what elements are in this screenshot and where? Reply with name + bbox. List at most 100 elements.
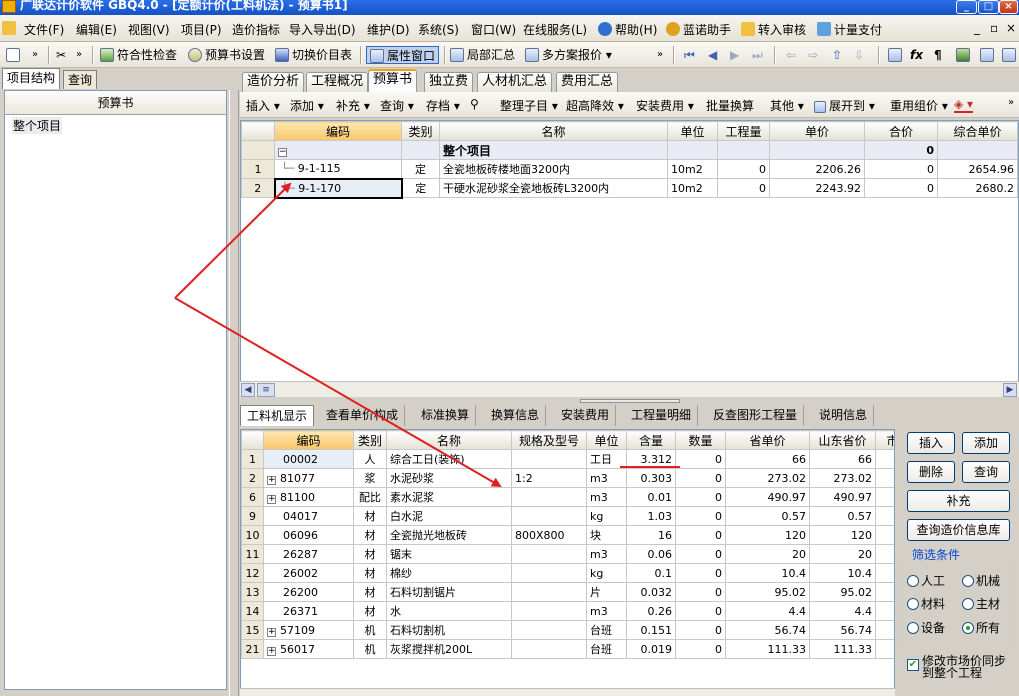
tab-graphic-quantity-lookup[interactable]: 反查图形工程量 (707, 405, 805, 426)
insert-button[interactable]: 插入 (907, 432, 955, 454)
save-icon[interactable] (980, 46, 997, 64)
tab-query[interactable]: 查询 (63, 70, 98, 89)
menu-online[interactable]: 在线服务(L) (523, 21, 587, 38)
paint-bucket-icon[interactable]: ◈ ▾ (954, 97, 974, 113)
horizontal-scrollbar[interactable]: ◀ ≡ ▶ (240, 381, 1019, 397)
binoculars-icon[interactable]: ⚲ (470, 97, 479, 111)
tab-quantity-details[interactable]: 工程量明细 (625, 405, 699, 426)
material-code-cell[interactable]: 26371 (263, 601, 354, 621)
scroll-left-icon[interactable]: ◀ (241, 383, 255, 397)
splitter-grip[interactable] (580, 399, 680, 403)
menu-maintain[interactable]: 维护(D) (367, 21, 410, 38)
add-button[interactable]: 添加 (962, 432, 1010, 454)
col-comprehensive-unit-price[interactable]: 综合单价 (937, 121, 1018, 141)
sync-market-price-checkbox[interactable]: ✔ (907, 659, 919, 673)
horizontal-splitter[interactable] (240, 397, 1019, 405)
col-mat-code[interactable]: 编码 (263, 430, 354, 450)
material-code-cell[interactable]: +56017 (263, 639, 354, 659)
material-code-cell[interactable]: 26200 (263, 582, 354, 602)
table-row[interactable]: 11 26287 材锯末 m3 0.06 0 20 20 (241, 544, 894, 564)
tab-cost-analysis[interactable]: 造价分析 (242, 72, 305, 92)
menu-project[interactable]: 项目(P) (181, 21, 222, 38)
material-code-cell[interactable]: 06096 (263, 525, 354, 545)
scroll-thumb[interactable]: ≡ (257, 383, 275, 397)
move-left-icon[interactable]: ⇦ (786, 46, 796, 64)
col-unit[interactable]: 单位 (667, 121, 718, 141)
expand-to-button[interactable]: 展开到 ▾ (814, 97, 875, 114)
move-down-icon[interactable]: ⇩ (854, 46, 864, 64)
tab-unit-price-breakdown[interactable]: 查看单价构成 (320, 405, 406, 426)
batch-convert-button[interactable]: 批量换算 (706, 97, 754, 114)
col-type[interactable]: 类别 (401, 121, 440, 141)
table-row[interactable]: 9 04017 材白水泥 kg 1.03 0 0.57 0.57 (241, 506, 894, 526)
scroll-right-icon[interactable]: ▶ (1003, 383, 1017, 397)
col-mat-content[interactable]: 含量 (626, 430, 676, 450)
menu-payment[interactable]: 计量支付 (817, 21, 882, 38)
filter-labor-radio[interactable]: 人工 (907, 572, 945, 589)
organize-items-button[interactable]: 整理子目 ▾ (500, 97, 558, 114)
material-code-cell[interactable]: 26287 (263, 544, 354, 564)
filter-main-material-radio[interactable]: 主材 (962, 595, 1000, 612)
menu-assistant[interactable]: 蓝诺助手 (666, 21, 731, 38)
col-quantity[interactable]: 工程量 (717, 121, 770, 141)
menu-file[interactable]: 文件(F) (24, 21, 64, 38)
cube-icon[interactable] (956, 46, 973, 64)
table-row[interactable]: 2 └─ 9-1-170 定 干硬水泥砂浆全瓷地板砖L3200内 10m2 0 … (241, 177, 1018, 199)
material-code-cell[interactable]: +81077 (263, 468, 354, 488)
filter-equipment-radio[interactable]: 设备 (907, 619, 945, 636)
col-mat-type[interactable]: 类别 (353, 430, 387, 450)
expand-icon[interactable]: + (267, 646, 276, 656)
menu-help[interactable]: 帮助(H) (598, 21, 657, 38)
new-file-icon[interactable] (6, 46, 23, 64)
tab-standard-conversion[interactable]: 标准换算 (415, 405, 477, 426)
toolbar-overflow-icon-2[interactable]: » (76, 46, 82, 64)
table-row[interactable]: 15+57109机石料切割机台班0.151056.7456.745 (241, 620, 894, 640)
compliance-check-button[interactable]: 符合性检查 (100, 46, 177, 64)
menu-view[interactable]: 视图(V) (128, 21, 170, 38)
tab-fee-summary[interactable]: 费用汇总 (556, 72, 619, 92)
first-icon[interactable]: ⏮ (684, 46, 695, 64)
horizontal-scrollbar-2[interactable] (240, 688, 895, 696)
toolbar-overflow-icon-4[interactable]: » (1008, 97, 1014, 108)
col-code[interactable]: 编码 (274, 121, 402, 141)
minimize-button[interactable]: _ (956, 0, 977, 14)
archive-menu-button[interactable]: 存档 ▾ (426, 97, 460, 114)
query-cost-db-button[interactable]: 查询造价信息库 (907, 519, 1010, 541)
material-code-cell[interactable]: +57109 (263, 620, 354, 640)
insert-menu-button[interactable]: 插入 ▾ (246, 97, 280, 114)
col-unit-price[interactable]: 单价 (769, 121, 865, 141)
tab-project-structure[interactable]: 项目结构 (2, 68, 61, 89)
table-row[interactable]: 12 26002 材棉纱 kg 0.1 0 10.4 10.4 (241, 563, 894, 583)
table-row[interactable]: 6+81100配比素水泥浆m30.010490.97490.9749 (241, 487, 894, 507)
table-row[interactable]: 2+81077浆水泥砂浆1:2m30.3030273.02273.0227 (241, 468, 894, 488)
col-total-price[interactable]: 合价 (864, 121, 938, 141)
switch-price-list-button[interactable]: 切换价目表 (275, 46, 352, 64)
high-rise-reduction-button[interactable]: 超高降效 ▾ (566, 97, 624, 114)
export-icon[interactable] (1002, 46, 1019, 64)
col-mat-name[interactable]: 名称 (386, 430, 512, 450)
paragraph-icon[interactable]: ¶ (934, 46, 942, 64)
tree-root-item[interactable]: 整个项目 (12, 117, 63, 134)
col-provincial-price[interactable]: 省单价 (725, 430, 810, 450)
budget-settings-button[interactable]: 预算书设置 (188, 46, 265, 64)
selected-code-cell[interactable]: └─ 9-1-170 (273, 177, 403, 199)
expand-icon[interactable]: + (267, 627, 276, 637)
delete-button[interactable]: 删除 (907, 461, 955, 483)
toolbar-overflow-icon-3[interactable]: » (657, 46, 663, 64)
material-code-cell[interactable]: 04017 (263, 506, 354, 526)
partial-summary-button[interactable]: 局部汇总 (450, 46, 515, 64)
col-name[interactable]: 名称 (439, 121, 668, 141)
add-menu-button[interactable]: 添加 ▾ (290, 97, 324, 114)
vertical-splitter[interactable] (229, 90, 239, 696)
expand-icon[interactable]: + (267, 475, 276, 485)
mdi-minimize-icon[interactable]: _ (974, 21, 980, 35)
project-total-row[interactable]: − 整个项目 0 (241, 140, 1018, 160)
maximize-button[interactable]: □ (978, 0, 999, 14)
formula-icon[interactable]: fx (910, 46, 923, 64)
table-row[interactable]: 1 └─ 9-1-115 定 全瓷地板砖楼地面3200内 10m2 0 2206… (241, 159, 1018, 179)
menu-audit[interactable]: 转入审核 (741, 21, 806, 38)
col-shandong-price[interactable]: 山东省价 (809, 430, 876, 450)
tab-conversion-info[interactable]: 换算信息 (485, 405, 547, 426)
move-right-icon[interactable]: ⇨ (808, 46, 818, 64)
table-row[interactable]: 21+56017机灰浆搅拌机200L台班0.0190111.33111.331: (241, 639, 894, 659)
